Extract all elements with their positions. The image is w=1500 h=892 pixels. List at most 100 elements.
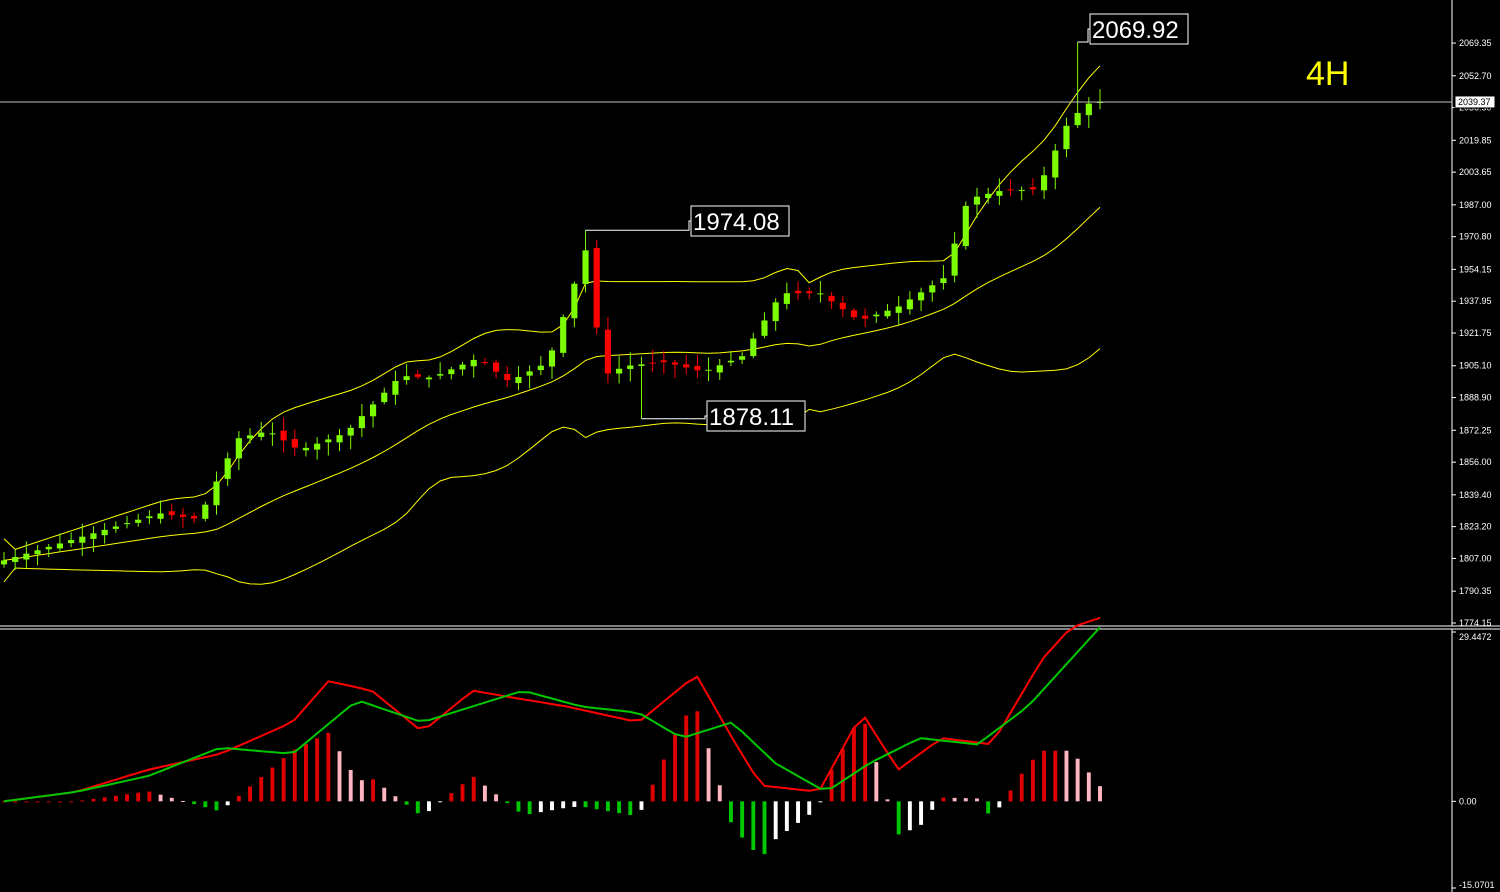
candle-body xyxy=(0,560,8,565)
histogram-bar xyxy=(449,793,454,802)
candle-body xyxy=(45,546,52,550)
histogram-bar xyxy=(572,801,577,807)
histogram-bar xyxy=(471,776,476,802)
candle-body xyxy=(638,364,645,366)
histogram-bar xyxy=(650,784,655,802)
histogram-bar xyxy=(796,801,800,823)
histogram-bar xyxy=(1064,750,1069,802)
candle-body xyxy=(79,536,86,543)
histogram-bar xyxy=(538,801,543,813)
histogram-bar xyxy=(136,792,141,802)
candle-body xyxy=(246,435,254,439)
histogram-bar xyxy=(628,801,633,816)
histogram-bar xyxy=(740,801,745,838)
candle-body xyxy=(425,377,433,380)
histogram-bar xyxy=(952,797,957,802)
histogram-bar xyxy=(35,801,40,803)
price-tick-label: 1807.00 xyxy=(1459,553,1492,563)
candle-body xyxy=(325,439,332,443)
price-tick-label: 2069.35 xyxy=(1459,38,1492,48)
candle-body xyxy=(660,360,667,363)
histogram-bar xyxy=(896,801,901,835)
histogram-bar xyxy=(695,711,700,802)
candle-body xyxy=(895,306,902,313)
histogram-bar xyxy=(13,801,18,803)
candle-body xyxy=(794,290,802,294)
histogram-bar xyxy=(259,777,264,802)
histogram-bar xyxy=(639,801,644,810)
histogram-bar xyxy=(147,791,152,802)
histogram-bar xyxy=(1042,750,1047,802)
candle-body xyxy=(884,310,891,317)
candle-body xyxy=(649,362,656,364)
candle-body xyxy=(951,243,958,276)
annotation-swing-low-label: 1878.11 xyxy=(709,404,794,431)
candle-body xyxy=(358,416,365,429)
histogram-bar xyxy=(438,801,443,803)
histogram-bar xyxy=(505,801,510,804)
histogram-bar xyxy=(516,801,521,812)
candle-body xyxy=(135,519,142,523)
candle-body xyxy=(235,438,242,459)
histogram-bar xyxy=(91,798,96,802)
histogram-bar xyxy=(874,762,879,802)
histogram-bar xyxy=(125,794,129,802)
histogram-bar xyxy=(292,749,297,802)
candle-body xyxy=(224,458,231,479)
histogram-bar xyxy=(1030,759,1035,802)
histogram-bar xyxy=(326,732,331,802)
candle-body xyxy=(1085,103,1092,116)
candle-body xyxy=(750,338,757,357)
histogram-bar xyxy=(393,796,398,802)
candle-body xyxy=(168,511,175,516)
current-price-tag: 2039.37 xyxy=(1454,95,1496,109)
candle-body xyxy=(761,320,768,336)
current-price-label: 2039.37 xyxy=(1458,97,1491,107)
indicator-tick-label: 0.00 xyxy=(1459,796,1477,806)
candle-body xyxy=(1018,189,1025,191)
histogram-bar xyxy=(214,801,219,811)
candle-body xyxy=(56,543,63,549)
histogram-bar xyxy=(673,734,677,802)
histogram-bar xyxy=(751,801,756,851)
histogram-bar xyxy=(661,759,666,802)
candle-body xyxy=(1007,189,1014,191)
histogram-bar xyxy=(1008,790,1013,802)
candle-body xyxy=(1063,125,1070,150)
candle-body xyxy=(213,481,220,506)
candle-body xyxy=(381,392,388,403)
candle-body xyxy=(1029,187,1036,190)
histogram-bar xyxy=(359,780,364,802)
histogram-bar xyxy=(382,787,387,802)
candle-body xyxy=(437,374,444,376)
price-tick-label: 2019.85 xyxy=(1459,135,1492,145)
histogram-bar xyxy=(460,784,465,802)
histogram-bar xyxy=(807,801,812,815)
candle-body xyxy=(146,516,153,519)
histogram-bar xyxy=(852,727,856,802)
histogram-bar xyxy=(773,801,778,840)
candle-body xyxy=(683,364,690,368)
candle-body xyxy=(996,191,1003,196)
chart-svg: 2069.352052.702036.502019.852003.651987.… xyxy=(0,0,1500,892)
candle-body xyxy=(493,362,500,372)
histogram-bar xyxy=(1053,750,1058,802)
candle-body xyxy=(906,299,913,310)
histogram-bar xyxy=(941,797,946,802)
histogram-bar xyxy=(617,801,622,814)
candle-body xyxy=(504,373,511,381)
candle-body xyxy=(336,435,343,443)
histogram-bar xyxy=(203,801,208,808)
candle-body xyxy=(571,283,578,319)
candle-body xyxy=(526,371,533,376)
price-tick-label: 1905.10 xyxy=(1459,361,1492,371)
histogram-bar xyxy=(102,797,107,802)
price-tick-label: 1872.25 xyxy=(1459,425,1492,435)
candle-body xyxy=(123,523,131,525)
candle-body xyxy=(403,376,410,381)
histogram-bar xyxy=(684,715,689,802)
histogram-bar xyxy=(829,769,834,802)
candle-body xyxy=(280,430,287,441)
histogram-bar xyxy=(818,801,823,803)
timeframe-label: 4H xyxy=(1306,55,1349,93)
